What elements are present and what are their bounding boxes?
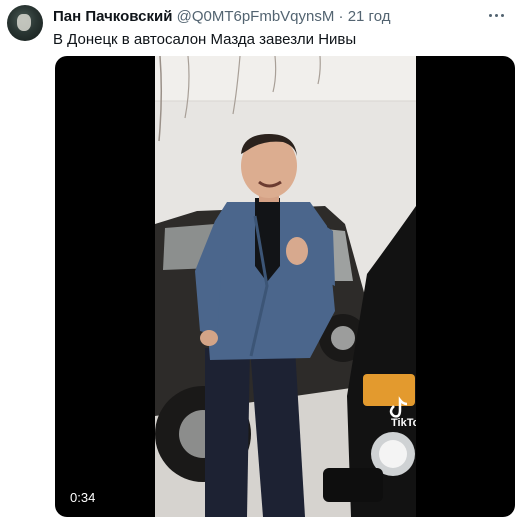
tweet-timestamp[interactable]: 21 год: [348, 8, 391, 25]
author-display-name[interactable]: Пан Пачковский: [53, 8, 172, 25]
video-duration-badge: 0:34: [65, 488, 101, 507]
video-thumbnail: TikTok: [155, 56, 416, 517]
video-player[interactable]: TikTok 0:34: [55, 56, 515, 517]
author-avatar[interactable]: [7, 5, 43, 41]
more-dots-icon: [488, 13, 492, 17]
header-separator: ·: [338, 8, 344, 25]
more-options-button[interactable]: [481, 4, 511, 26]
tweet-text: В Донецк в автосалон Мазда завезли Нивы: [53, 31, 357, 48]
tweet-header: Пан Пачковский @Q0MT6pFmbVqynsM · 21 год: [53, 8, 390, 26]
more-dots-icon: [500, 13, 504, 17]
svg-text:TikTok: TikTok: [391, 417, 416, 429]
author-handle[interactable]: @Q0MT6pFmbVqynsM: [177, 8, 335, 25]
tweet-card[interactable]: Пан Пачковский @Q0MT6pFmbVqynsM · 21 год…: [0, 0, 521, 520]
more-dots-icon: [494, 13, 498, 17]
avatar-image: [17, 14, 31, 31]
